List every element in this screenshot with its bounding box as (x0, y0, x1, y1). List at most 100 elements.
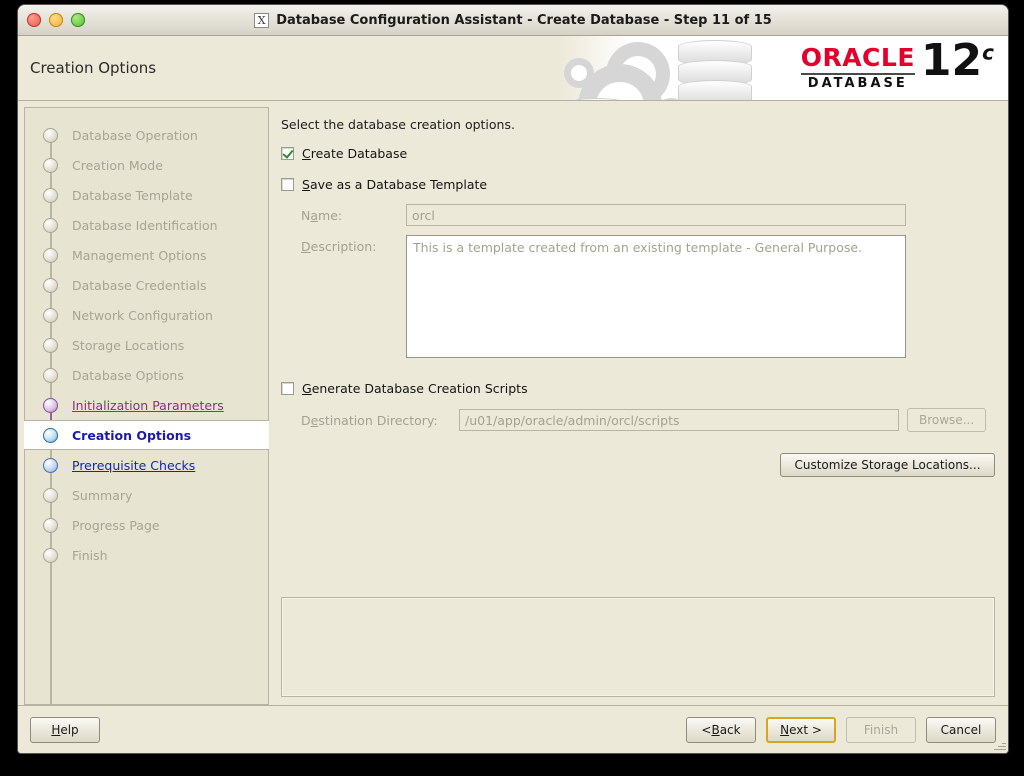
sidebar-item-prerequisite-checks[interactable]: Prerequisite Checks (25, 450, 268, 480)
oracle-logo: ORACLE DATABASE 12c (800, 39, 994, 91)
finish-button[interactable]: Finish (846, 716, 916, 743)
maximize-button[interactable] (71, 13, 85, 27)
destination-directory-label: Destination Directory: (301, 412, 438, 428)
back-button[interactable]: < Back (686, 716, 756, 743)
sidebar-item-database-identification: Database Identification (25, 210, 268, 240)
logo-divider (800, 73, 915, 75)
template-description-label: Description: (301, 239, 377, 254)
step-bullet-icon (43, 157, 58, 173)
step-bullet-icon (43, 187, 58, 203)
sidebar-item-label: Storage Locations (72, 337, 185, 353)
save-as-template-row[interactable]: Save as a Database Template (281, 177, 1000, 192)
sidebar-item-database-operation: Database Operation (25, 120, 268, 150)
page-title: Creation Options (30, 59, 157, 77)
oracle-wordmark: ORACLE DATABASE (800, 42, 915, 91)
database-cylinder-icon (678, 80, 752, 100)
template-name-row: Name: orcl (281, 204, 1000, 226)
window-controls (27, 13, 85, 27)
step-bullet-icon (43, 337, 58, 353)
create-database-checkbox[interactable] (281, 147, 294, 160)
oracle-word: ORACLE (800, 43, 915, 72)
sidebar-item-label: Database Template (72, 187, 193, 203)
title-bar: X Database Configuration Assistant - Cre… (18, 5, 1008, 36)
sidebar-item-database-template: Database Template (25, 180, 268, 210)
step-bullet-icon (43, 247, 58, 263)
template-description-row: Description: This is a template created … (281, 235, 1000, 358)
destination-directory-row: Destination Directory: /u01/app/oracle/a… (281, 408, 1000, 432)
create-database-label: Create Database (302, 146, 408, 161)
instruction-text: Select the database creation options. (281, 117, 515, 132)
message-panel (281, 597, 995, 697)
step-bullet-icon (43, 397, 58, 413)
step-bullet-icon (43, 367, 58, 383)
resize-grip[interactable] (992, 737, 1006, 751)
version-suffix: c (982, 40, 994, 65)
navigation-buttons: < Back Next > Finish Cancel (686, 716, 996, 743)
sidebar-item-management-options: Management Options (25, 240, 268, 270)
save-as-template-checkbox[interactable] (281, 178, 294, 191)
step-list: Database Operation Creation Mode Database … (24, 120, 269, 570)
step-bullet-icon (43, 127, 58, 143)
customize-storage-locations-button[interactable]: Customize Storage Locations... (780, 453, 995, 477)
step-bullet-icon (43, 307, 58, 323)
sidebar-item-summary: Summary (25, 480, 268, 510)
window-body: Database Operation Creation Mode Database … (18, 101, 1008, 705)
sidebar-item-label: Finish (72, 547, 108, 563)
template-description-input[interactable]: This is a template created from an exist… (406, 235, 906, 358)
next-button[interactable]: Next > (766, 716, 836, 743)
sidebar-item-label: Database Credentials (72, 277, 207, 293)
minimize-button[interactable] (49, 13, 63, 27)
database-word: DATABASE (807, 76, 908, 91)
template-name-label: Name: (301, 207, 343, 223)
title-center: X Database Configuration Assistant - Cre… (18, 12, 1008, 28)
sidebar-item-label: Database Options (72, 367, 184, 383)
gear-icon (564, 58, 594, 88)
sidebar-item-label: Progress Page (72, 517, 160, 533)
sidebar-item-label: Management Options (72, 247, 207, 263)
sidebar-item-progress-page: Progress Page (25, 510, 268, 540)
application-window: X Database Configuration Assistant - Cre… (18, 5, 1008, 753)
page-banner: Creation Options ORACLE DATABASE 12c (18, 36, 1008, 101)
sidebar-item-creation-mode: Creation Mode (25, 150, 268, 180)
sidebar-item-label: Initialization Parameters (72, 397, 224, 413)
sidebar-item-database-credentials: Database Credentials (25, 270, 268, 300)
footer-button-bar: Help < Back Next > Finish Cancel (18, 705, 1008, 753)
step-bullet-icon (43, 427, 58, 443)
step-bullet-icon (43, 487, 58, 503)
browse-button[interactable]: Browse... (907, 408, 987, 432)
save-as-template-label: Save as a Database Template (302, 177, 488, 192)
step-bullet-icon (43, 517, 58, 533)
sidebar-item-label: Database Identification (72, 217, 218, 233)
sidebar-item-label: Creation Options (72, 427, 192, 443)
step-bullet-icon (43, 457, 58, 473)
window-title: Database Configuration Assistant - Creat… (276, 12, 772, 28)
sidebar-item-label: Network Configuration (72, 307, 213, 323)
destination-directory-input[interactable]: /u01/app/oracle/admin/orcl/scripts (459, 409, 899, 431)
sidebar-item-network-configuration: Network Configuration (25, 300, 268, 330)
version-number: 12 (920, 36, 983, 86)
sidebar-item-finish: Finish (25, 540, 268, 570)
sidebar-item-initialization-parameters[interactable]: Initialization Parameters (25, 390, 268, 420)
generate-scripts-label: Generate Database Creation Scripts (302, 381, 528, 396)
cancel-button[interactable]: Cancel (926, 716, 996, 743)
x-application-icon: X (254, 12, 270, 28)
sidebar-item-label: Database Operation (72, 127, 198, 143)
sidebar-item-database-options: Database Options (25, 360, 268, 390)
step-bullet-icon (43, 217, 58, 233)
customize-storage-row: Customize Storage Locations... (281, 453, 1000, 477)
sidebar-item-label: Creation Mode (72, 157, 163, 173)
help-button[interactable]: Help (30, 716, 100, 743)
step-bullet-icon (43, 547, 58, 563)
generate-scripts-checkbox[interactable] (281, 382, 294, 395)
sidebar-item-storage-locations: Storage Locations (25, 330, 268, 360)
step-bullet-icon (43, 277, 58, 293)
generate-scripts-row[interactable]: Generate Database Creation Scripts (281, 381, 1000, 396)
sidebar-item-creation-options[interactable]: Creation Options (24, 420, 269, 450)
main-content: Select the database creation options. Cr… (269, 107, 1002, 705)
create-database-row[interactable]: Create Database (281, 146, 1000, 161)
sidebar-item-label: Summary (72, 487, 133, 503)
template-name-input[interactable]: orcl (406, 204, 906, 226)
close-button[interactable] (27, 13, 41, 27)
sidebar-item-label: Prerequisite Checks (72, 457, 196, 473)
version-badge: 12c (921, 39, 994, 83)
